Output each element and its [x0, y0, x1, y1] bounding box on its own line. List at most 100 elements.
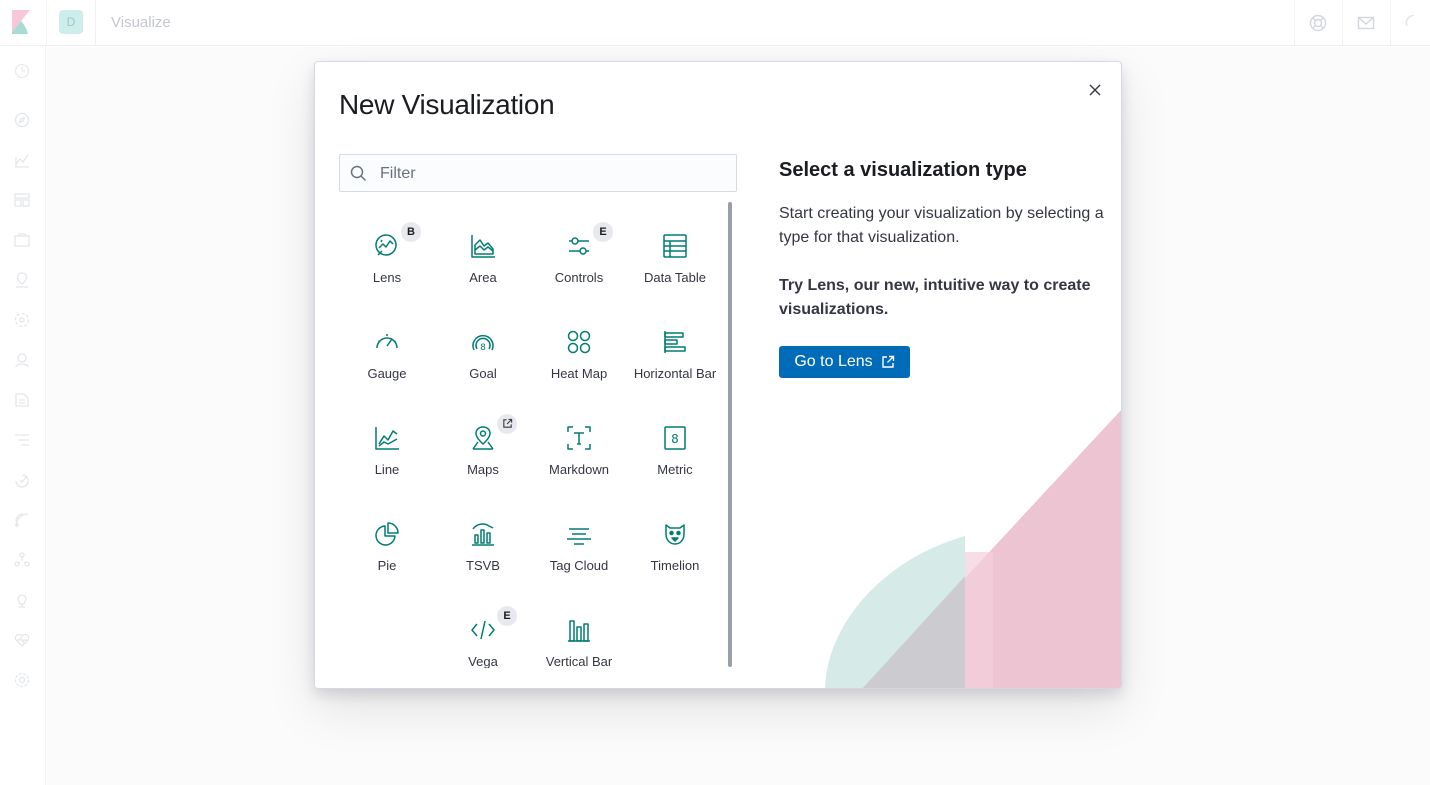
vis-type-label: Tag Cloud [549, 558, 609, 573]
vis-type-tag-cloud[interactable]: Tag Cloud [531, 490, 627, 586]
vis-type-line[interactable]: Line [339, 394, 435, 490]
tsvb-icon [472, 523, 494, 546]
vis-type-label: Goal [469, 366, 497, 381]
external-link-icon [881, 355, 894, 368]
search-icon [350, 165, 366, 181]
modal-title: New Visualization [339, 89, 555, 120]
controls-icon [569, 237, 589, 255]
vis-type-vertical-bar[interactable]: Vertical Bar [531, 586, 627, 668]
scrollbar[interactable] [728, 202, 732, 667]
lens-promo-text: Try Lens, our new, intuitive way to crea… [779, 277, 1091, 318]
dev-tools-icon[interactable] [13, 551, 31, 569]
vis-type-label: Gauge [367, 366, 407, 381]
experimental-badge: E [593, 222, 613, 242]
vis-type-metric[interactable]: 8 Metric [627, 394, 723, 490]
vis-type-lens[interactable]: Lens B [339, 202, 435, 298]
stack-monitoring-icon[interactable] [13, 591, 31, 609]
cross-icon [1089, 84, 1101, 96]
visualize-icon[interactable] [13, 151, 31, 169]
maps-icon [472, 426, 494, 450]
description-text: Start creating your visualization by sel… [779, 205, 1104, 246]
mail-icon[interactable] [1356, 13, 1376, 33]
gauge-icon [376, 334, 398, 349]
new-visualization-modal: New Visualization Lens B Area Controls E Data… [314, 61, 1122, 689]
vis-type-controls[interactable]: Controls E [531, 202, 627, 298]
pie-chart-icon [375, 522, 399, 546]
vis-type-label: Line [374, 462, 400, 477]
ml-icon[interactable] [13, 311, 31, 329]
vis-type-pie[interactable]: Pie [339, 490, 435, 586]
maps-app-icon[interactable] [13, 271, 31, 289]
description-title: Select a visualization type [779, 159, 1027, 181]
lens-icon [375, 234, 397, 256]
canvas-icon[interactable] [13, 231, 31, 249]
vis-type-label: Heat Map [550, 366, 608, 381]
vis-type-tsvb[interactable]: TSVB [435, 490, 531, 586]
apm-icon[interactable] [13, 431, 31, 449]
management-gear-icon[interactable] [13, 671, 31, 689]
vis-type-label: Data Table [644, 270, 706, 285]
vis-type-label: Metric [657, 462, 693, 477]
close-button[interactable] [1083, 78, 1107, 102]
side-navigation [0, 46, 46, 785]
svg-text:8: 8 [480, 343, 486, 353]
divider [1294, 0, 1295, 46]
vertical-bar-icon [568, 620, 590, 642]
line-chart-icon [375, 427, 399, 450]
go-to-lens-label: Go to Lens [794, 353, 873, 370]
svg-text:8: 8 [671, 432, 679, 446]
filter-input[interactable] [378, 155, 732, 193]
vis-type-label: Area [469, 270, 497, 285]
monitoring-heart-icon[interactable] [13, 631, 31, 649]
vis-type-area[interactable]: Area [435, 202, 531, 298]
divider [46, 0, 47, 46]
vis-type-label: Vega [468, 654, 498, 668]
space-avatar[interactable]: D [59, 10, 83, 34]
vis-type-label: Maps [467, 462, 499, 477]
vis-type-data-table[interactable]: Data Table [627, 202, 723, 298]
logs-icon[interactable] [13, 391, 31, 409]
vis-type-label: TSVB [466, 558, 500, 573]
vis-type-goal[interactable]: 8 Goal [435, 298, 531, 394]
experimental-badge: E [497, 606, 517, 626]
uptime-icon[interactable] [13, 471, 31, 489]
vis-type-label: Vertical Bar [545, 654, 613, 668]
vis-type-horizontal-bar[interactable]: Horizontal Bar [627, 298, 723, 394]
kibana-logo[interactable] [12, 10, 32, 34]
vis-type-maps[interactable]: Maps [435, 394, 531, 490]
external-link-badge [497, 414, 517, 434]
timelion-icon [665, 524, 685, 545]
horizontal-bar-icon [664, 331, 686, 353]
discover-icon[interactable] [13, 111, 31, 129]
filter-search-box [339, 154, 737, 193]
data-table-icon [663, 234, 687, 258]
heat-map-icon [567, 330, 591, 354]
vis-type-markdown[interactable]: Markdown [531, 394, 627, 490]
recent-icon[interactable] [13, 62, 31, 80]
vis-type-label: Horizontal Bar [633, 366, 717, 381]
markdown-icon [567, 426, 591, 450]
help-icon[interactable] [1308, 13, 1328, 33]
dashboard-icon[interactable] [13, 191, 31, 209]
metric-icon: 8 [664, 426, 686, 450]
divider [1342, 0, 1343, 46]
vis-type-label: Pie [377, 558, 397, 573]
vis-type-heat-map[interactable]: Heat Map [531, 298, 627, 394]
area-chart-icon [471, 235, 495, 258]
vis-type-label: Lens [372, 270, 402, 285]
beta-badge: B [401, 222, 421, 242]
vis-type-label: Controls [554, 270, 604, 285]
external-link-icon [502, 418, 512, 428]
vis-type-vega[interactable]: Vega E [435, 586, 531, 668]
vega-icon [471, 620, 495, 640]
infrastructure-icon[interactable] [13, 351, 31, 369]
vis-type-label: Markdown [549, 462, 609, 477]
decorative-illustration [825, 410, 1121, 688]
go-to-lens-button[interactable]: Go to Lens [779, 346, 910, 378]
loading-spinner-icon [1405, 14, 1415, 27]
siem-icon[interactable] [13, 511, 31, 529]
visualization-type-list[interactable]: Lens B Area Controls E Data Table Gauge 8 Goal He… [339, 202, 735, 668]
vis-type-timelion[interactable]: Timelion [627, 490, 723, 586]
vis-type-label: Timelion [650, 558, 700, 573]
vis-type-gauge[interactable]: Gauge [339, 298, 435, 394]
